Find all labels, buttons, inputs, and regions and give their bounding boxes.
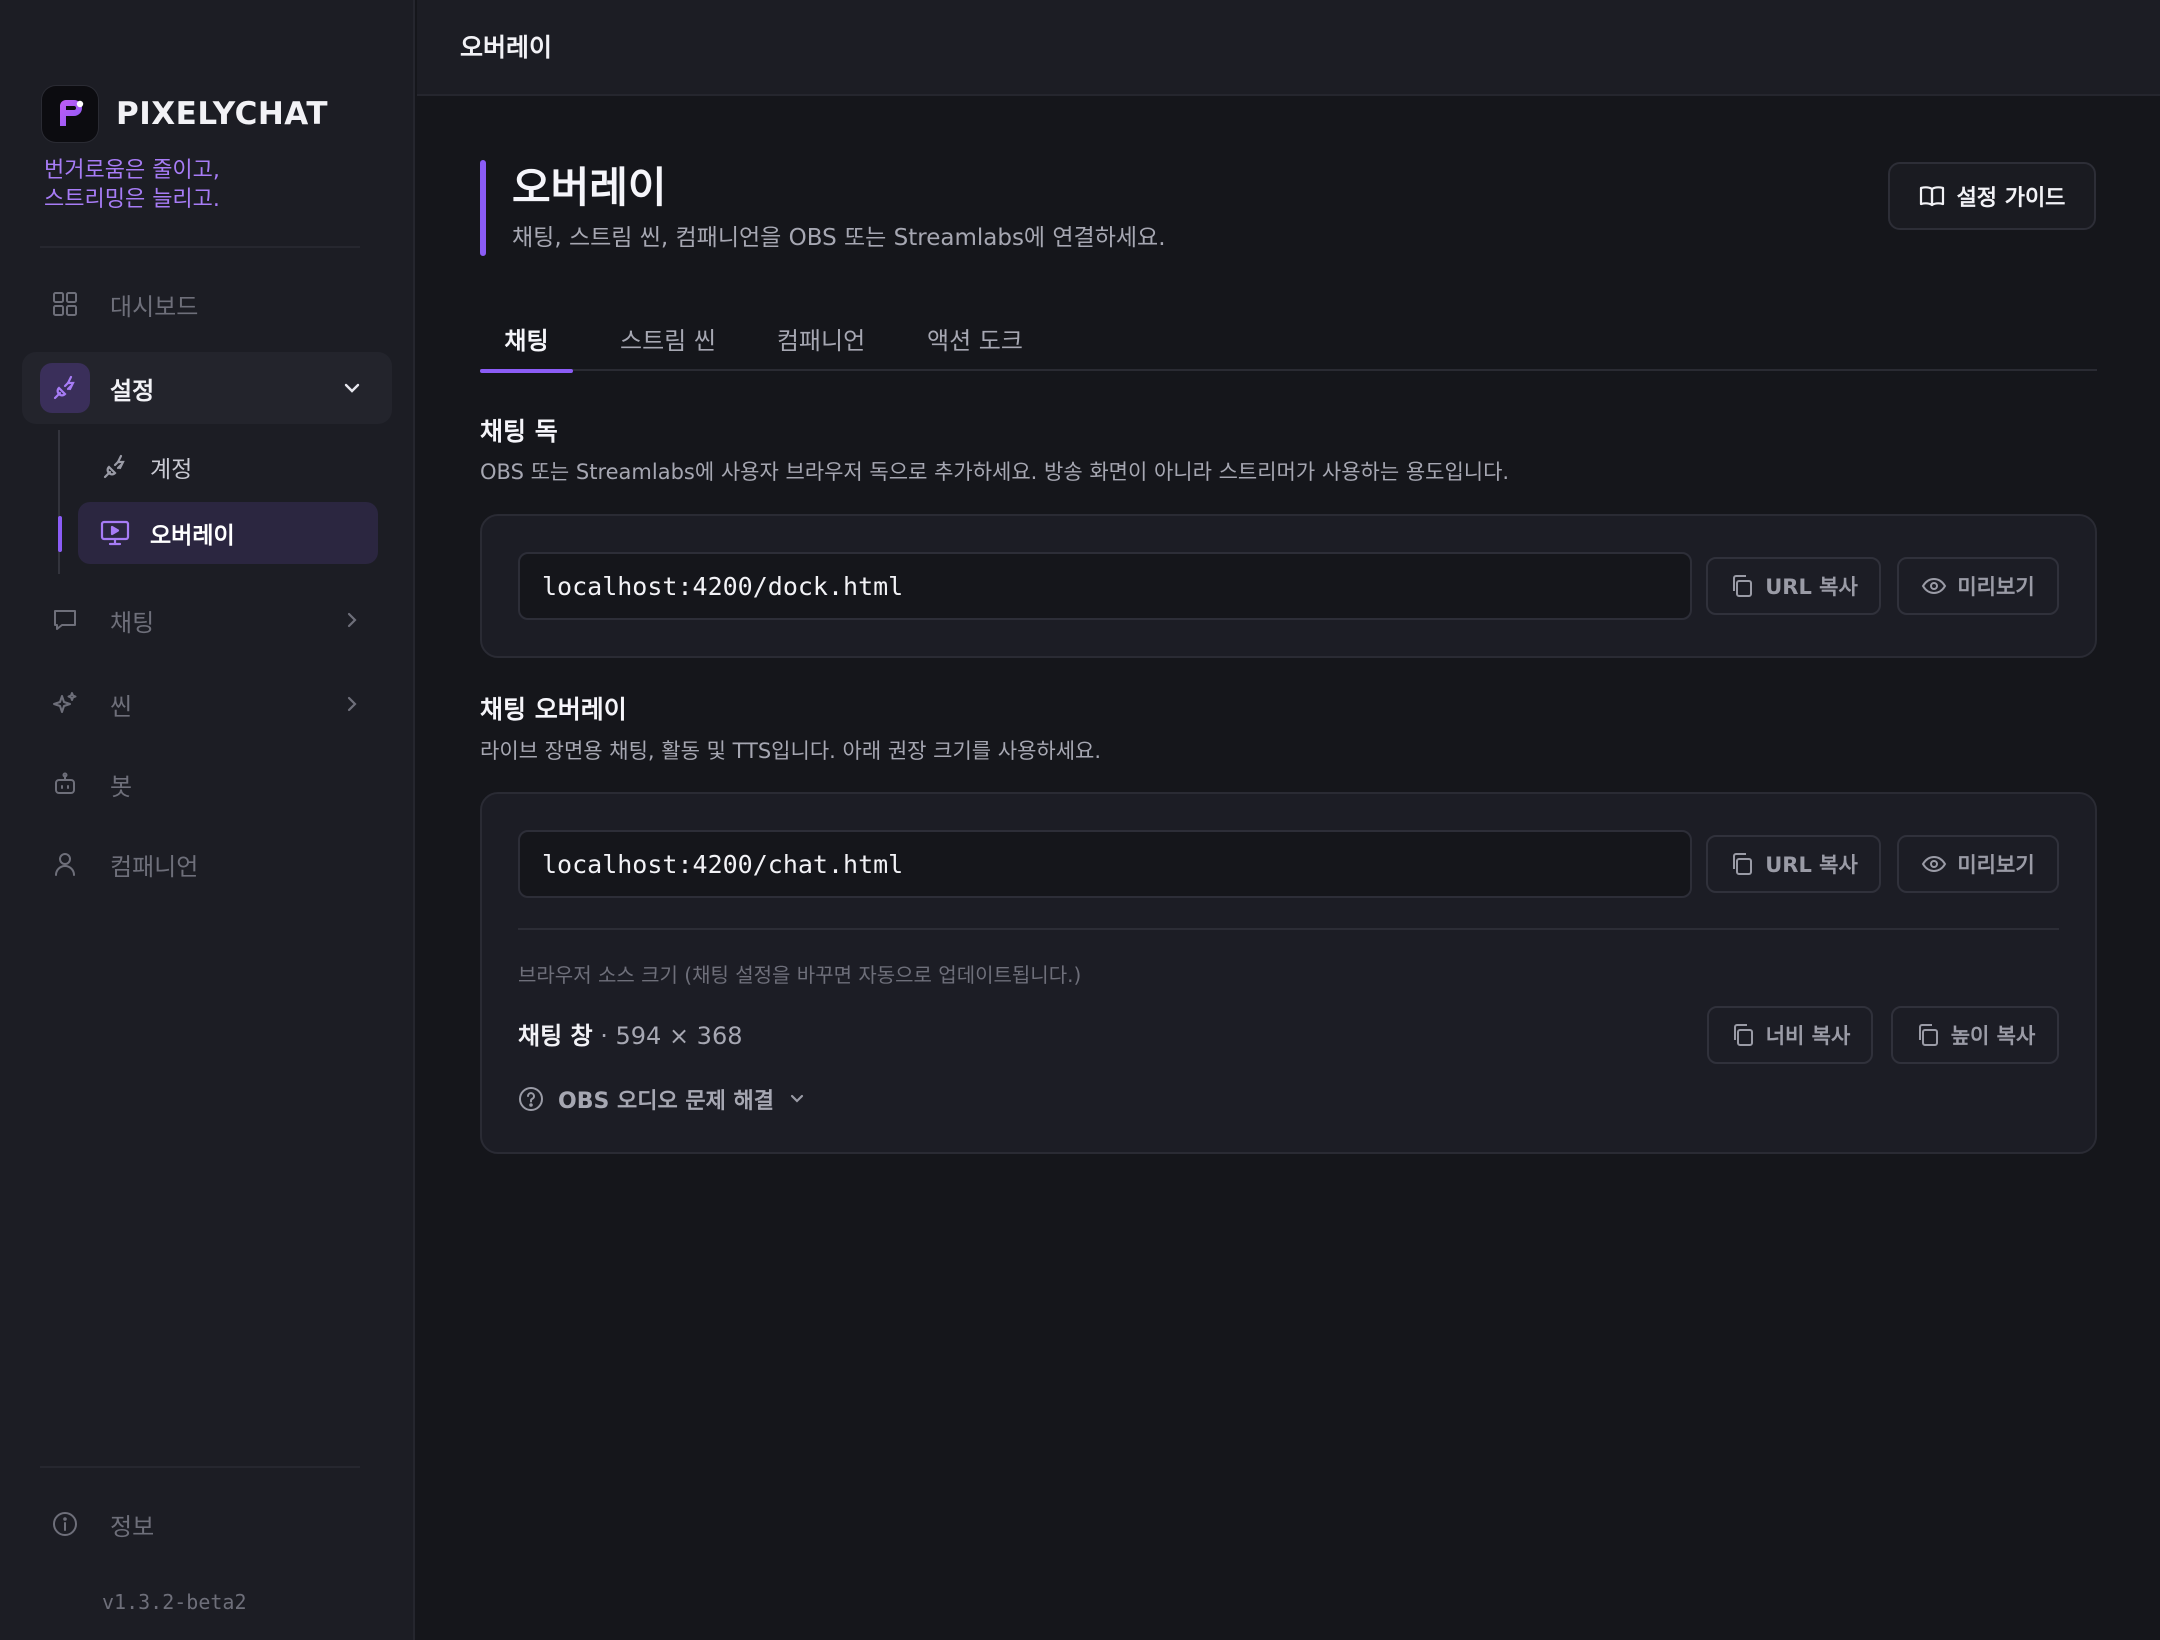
chat-window-dimensions: · 594 × 368 [600, 1022, 743, 1050]
chat-overlay-title: 채팅 오버레이 [480, 695, 627, 724]
main-content: 오버레이 채팅, 스트림 씬, 컴패니언을 OBS 또는 Streamlabs에… [417, 96, 2160, 1640]
plug-icon [40, 363, 90, 413]
copy-height-button[interactable]: 높이 복사 [1891, 1006, 2059, 1064]
overlay-copy-url-button[interactable]: URL 복사 [1706, 835, 1881, 893]
preview-label: 미리보기 [1957, 853, 2035, 877]
sidebar-item-settings[interactable]: 설정 [22, 352, 392, 424]
dock-copy-url-button[interactable]: URL 복사 [1706, 557, 1881, 615]
chat-window-size: 채팅 창 · 594 × 368 [518, 1016, 743, 1051]
info-icon [40, 1499, 90, 1549]
browser-source-size-hint: 브라우저 소스 크기 (채팅 설정을 바꾸면 자동으로 업데이트됩니다.) [518, 963, 1082, 987]
sidebar-item-info[interactable]: 정보 [22, 1488, 392, 1560]
plug-icon [100, 452, 130, 482]
copy-width-label: 너비 복사 [1765, 1024, 1851, 1048]
robot-icon [40, 759, 90, 809]
chat-overlay-card: localhost:4200/chat.html URL 복사 미리보기 브라우… [480, 792, 2097, 1154]
submenu-active-marker [58, 516, 62, 552]
sidebar-item-dashboard[interactable]: 대시보드 [22, 268, 392, 340]
copy-height-label: 높이 복사 [1950, 1024, 2036, 1048]
user-icon [40, 839, 90, 889]
help-circle-icon [518, 1086, 544, 1112]
sidebar-divider-bottom [40, 1466, 360, 1468]
sidebar-divider [40, 246, 360, 248]
brand[interactable]: PIXELYCHAT [42, 86, 328, 142]
chat-overlay-description: 라이브 장면용 채팅, 활동 및 TTS입니다. 아래 권장 크기를 사용하세요… [480, 739, 1102, 763]
sidebar-item-label: 채팅 [110, 608, 155, 637]
copy-url-label: URL 복사 [1765, 575, 1858, 599]
sidebar-item-label: 컴패니언 [110, 852, 199, 881]
sidebar-item-label: 대시보드 [110, 292, 199, 321]
sidebar-item-label: 설정 [110, 376, 155, 405]
sidebar-item-scene[interactable]: 씬 [22, 668, 392, 740]
chat-dock-title: 채팅 독 [480, 417, 558, 446]
sidebar-item-bot[interactable]: 봇 [22, 748, 392, 820]
overlay-tabs: 채팅 스트림 씬 컴패니언 액션 도크 [480, 306, 2097, 373]
tagline-line-2: 스트리밍은 늘리고. [44, 187, 220, 212]
copy-width-button[interactable]: 너비 복사 [1707, 1006, 1873, 1064]
chat-window-label: 채팅 창 [518, 1022, 593, 1050]
setup-guide-button[interactable]: 설정 가이드 [1888, 162, 2096, 230]
page-title: 오버레이 [512, 163, 667, 212]
chevron-right-icon [342, 610, 362, 630]
eye-icon [1921, 851, 1947, 877]
troubleshoot-label: OBS 오디오 문제 해결 [558, 1089, 774, 1114]
sidebar-subitem-label: 계정 [150, 457, 193, 483]
overlay-preview-button[interactable]: 미리보기 [1897, 835, 2059, 893]
sidebar-item-label: 봇 [110, 772, 133, 801]
topbar: 오버레이 [417, 0, 2160, 96]
app-version: v1.3.2-beta2 [102, 1590, 247, 1614]
chat-dock-card: localhost:4200/dock.html URL 복사 미리보기 [480, 514, 2097, 658]
tab-companion[interactable]: 컴패니언 [756, 306, 886, 371]
sparkles-icon [40, 679, 90, 729]
copy-icon [1729, 573, 1755, 599]
chat-bubble-icon [40, 595, 90, 645]
page-title-accent [480, 160, 486, 256]
tagline-line-1: 번거로움은 줄이고, [44, 158, 220, 183]
sidebar-item-chat[interactable]: 채팅 [22, 584, 392, 656]
preview-label: 미리보기 [1957, 575, 2035, 599]
dock-preview-button[interactable]: 미리보기 [1897, 557, 2059, 615]
card-divider [518, 928, 2059, 930]
setup-guide-label: 설정 가이드 [1956, 186, 2066, 211]
brand-name: PIXELYCHAT [116, 96, 329, 132]
dock-url-field[interactable]: localhost:4200/dock.html [518, 552, 1692, 620]
sidebar-subitem-account[interactable]: 계정 [78, 436, 378, 498]
sidebar-item-label: 정보 [110, 1512, 155, 1541]
obs-audio-troubleshoot-toggle[interactable]: OBS 오디오 문제 해결 [518, 1083, 806, 1115]
tab-action-dock[interactable]: 액션 도크 [904, 306, 1046, 371]
pixelychat-logo-icon [42, 86, 98, 142]
book-icon [1919, 184, 1945, 208]
copy-url-label: URL 복사 [1765, 853, 1858, 877]
sidebar-item-companion[interactable]: 컴패니언 [22, 828, 392, 900]
copy-icon [1915, 1022, 1941, 1048]
sidebar-subitem-label: 오버레이 [150, 523, 235, 549]
submenu-line [58, 430, 60, 574]
chevron-down-icon [788, 1090, 806, 1108]
grid-icon [40, 279, 90, 329]
sidebar-subitem-overlay[interactable]: 오버레이 [78, 502, 378, 564]
sidebar: PIXELYCHAT 번거로움은 줄이고, 스트리밍은 늘리고. 대시보드 설정 [0, 0, 415, 1640]
page-subtitle: 채팅, 스트림 씬, 컴패니언을 OBS 또는 Streamlabs에 연결하세… [512, 225, 1166, 251]
brand-tagline: 번거로움은 줄이고, 스트리밍은 늘리고. [44, 156, 364, 214]
eye-icon [1921, 573, 1947, 599]
copy-icon [1730, 1022, 1756, 1048]
tab-chat[interactable]: 채팅 [480, 306, 573, 373]
chevron-down-icon [342, 378, 362, 398]
overlay-url-field[interactable]: localhost:4200/chat.html [518, 830, 1692, 898]
chat-dock-description: OBS 또는 Streamlabs에 사용자 브라우저 독으로 추가하세요. 방… [480, 460, 1510, 484]
chevron-right-icon [342, 694, 362, 714]
tab-stream-scene[interactable]: 스트림 씬 [595, 306, 741, 371]
sidebar-item-label: 씬 [110, 692, 133, 721]
topbar-title: 오버레이 [460, 33, 553, 62]
monitor-icon [100, 518, 130, 548]
copy-icon [1729, 851, 1755, 877]
